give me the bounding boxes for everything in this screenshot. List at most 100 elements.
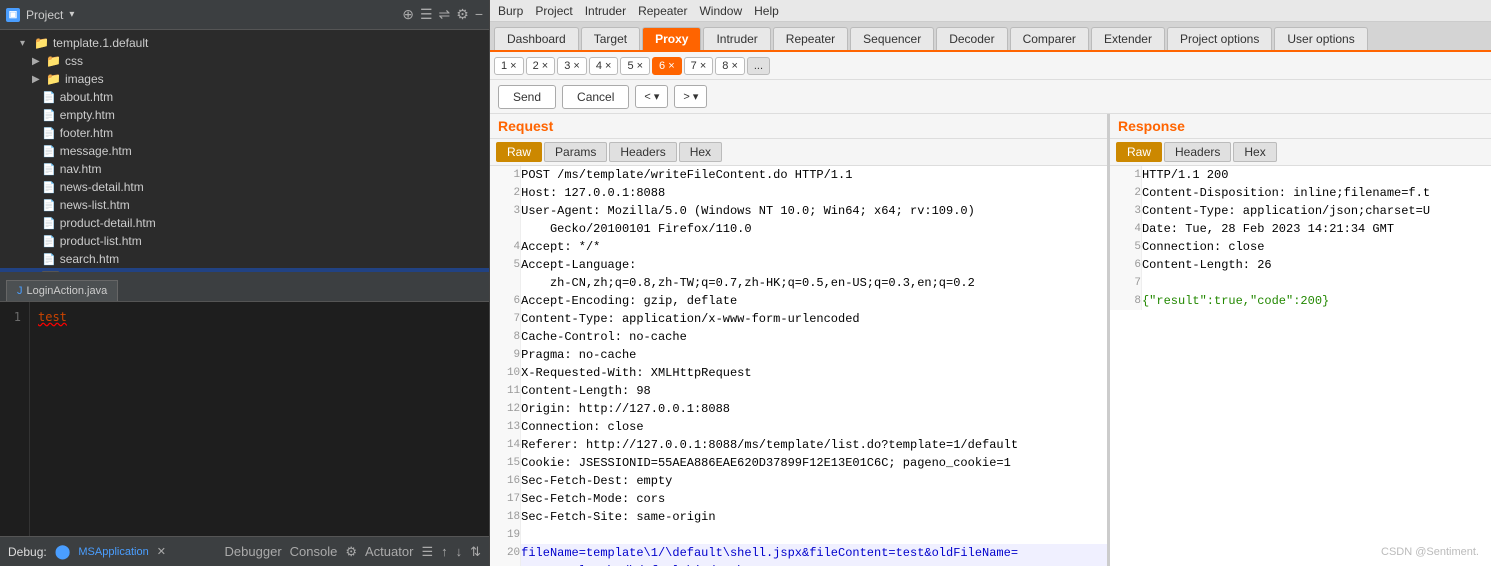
- req-tab-params[interactable]: Params: [544, 142, 607, 162]
- tree-item-search[interactable]: 📄 search.htm: [0, 250, 489, 268]
- num-tab-2[interactable]: 2 ×: [526, 57, 556, 75]
- num-tab-ellipsis[interactable]: ...: [747, 57, 770, 75]
- project-dropdown-arrow[interactable]: ▾: [69, 9, 74, 20]
- move-up-icon[interactable]: ↑: [441, 544, 448, 560]
- tree-item-css[interactable]: ▶ 📁 css: [0, 52, 489, 70]
- tree-item-template[interactable]: ▾ 📁 template.1.default: [0, 34, 489, 52]
- tab-target[interactable]: Target: [581, 27, 640, 50]
- tab-repeater[interactable]: Repeater: [773, 27, 848, 50]
- file-tree: ▾ 📁 template.1.default ▶ 📁 css ▶ 📁 image…: [0, 30, 489, 272]
- resp-tab-hex[interactable]: Hex: [1233, 142, 1276, 162]
- tree-item-news-list[interactable]: 📄 news-list.htm: [0, 196, 489, 214]
- editor-tab-loginaction[interactable]: J LoginAction.java: [6, 280, 118, 301]
- close-tab-icon[interactable]: ✕: [157, 545, 166, 558]
- tree-item-about[interactable]: 📄 about.htm: [0, 88, 489, 106]
- request-code-line: Content-Type: application/x-www-form-url…: [521, 310, 1107, 328]
- expand-icon[interactable]: ⇅: [470, 544, 481, 560]
- tree-item-news-detail[interactable]: 📄 news-detail.htm: [0, 178, 489, 196]
- htm-file-icon: 📄: [42, 253, 56, 266]
- menu-help[interactable]: Help: [754, 4, 779, 18]
- request-code-line: Referer: http://127.0.0.1:8088/ms/templa…: [521, 436, 1107, 454]
- menu-intruder[interactable]: Intruder: [585, 4, 626, 18]
- request-code-line: zh-CN,zh;q=0.8,zh-TW;q=0.7,zh-HK;q=0.5,e…: [521, 274, 1107, 292]
- nav-forward-button[interactable]: > ▾: [674, 85, 707, 108]
- move-down-icon[interactable]: ↓: [456, 544, 463, 560]
- tree-item-images[interactable]: ▶ 📁 images: [0, 70, 489, 88]
- request-line-num: 7: [490, 310, 521, 328]
- tab-decoder[interactable]: Decoder: [936, 27, 1007, 50]
- app-name[interactable]: MSApplication: [78, 546, 148, 558]
- request-line-num: 19: [490, 526, 521, 544]
- request-line-num: 6: [490, 292, 521, 310]
- send-button[interactable]: Send: [498, 85, 556, 109]
- request-line-num: 18: [490, 508, 521, 526]
- resp-tab-headers[interactable]: Headers: [1164, 142, 1231, 162]
- tree-item-nav[interactable]: 📄 nav.htm: [0, 160, 489, 178]
- num-tab-4[interactable]: 4 ×: [589, 57, 619, 75]
- tree-item-product-list[interactable]: 📄 product-list.htm: [0, 232, 489, 250]
- num-tab-1[interactable]: 1 ×: [494, 57, 524, 75]
- response-code-area[interactable]: 1HTTP/1.1 2002Content-Disposition: inlin…: [1110, 166, 1491, 566]
- request-code-line: Origin: http://127.0.0.1:8088: [521, 400, 1107, 418]
- req-tab-hex[interactable]: Hex: [679, 142, 722, 162]
- request-code-line: Sec-Fetch-Site: same-origin: [521, 508, 1107, 526]
- tab-comparer[interactable]: Comparer: [1010, 27, 1089, 50]
- req-tab-headers[interactable]: Headers: [609, 142, 676, 162]
- globe-icon[interactable]: ⊕: [402, 6, 414, 23]
- request-code-area[interactable]: 1POST /ms/template/writeFileContent.do H…: [490, 166, 1107, 566]
- panels-row: Request Raw Params Headers Hex 1POST /ms…: [490, 114, 1491, 566]
- toolbar-list-icon[interactable]: ☰: [421, 544, 433, 560]
- settings-icon[interactable]: ⚙: [456, 6, 469, 23]
- nav-back-button[interactable]: < ▾: [635, 85, 668, 108]
- request-code-line: Pragma: no-cache: [521, 346, 1107, 364]
- request-code-line: X-Requested-With: XMLHttpRequest: [521, 364, 1107, 382]
- menu-project[interactable]: Project: [535, 4, 572, 18]
- response-line-num: 1: [1110, 166, 1141, 184]
- menu-repeater[interactable]: Repeater: [638, 4, 687, 18]
- num-tab-8[interactable]: 8 ×: [715, 57, 745, 75]
- tree-item-footer[interactable]: 📄 footer.htm: [0, 124, 489, 142]
- debugger-tab-btn[interactable]: Debugger: [225, 544, 282, 560]
- response-line-num: 3: [1110, 202, 1141, 220]
- num-tab-7[interactable]: 7 ×: [684, 57, 714, 75]
- request-line-num: [490, 562, 521, 566]
- editor-content[interactable]: test: [30, 302, 489, 536]
- request-line-num: 4: [490, 238, 521, 256]
- menu-window[interactable]: Window: [699, 4, 742, 18]
- response-code-line: HTTP/1.1 200: [1141, 166, 1491, 184]
- tab-proxy[interactable]: Proxy: [642, 27, 701, 50]
- tab-intruder[interactable]: Intruder: [703, 27, 770, 50]
- tree-item-product-detail[interactable]: 📄 product-detail.htm: [0, 214, 489, 232]
- num-tab-5[interactable]: 5 ×: [620, 57, 650, 75]
- tab-extender[interactable]: Extender: [1091, 27, 1165, 50]
- htm-file-icon: 📄: [42, 235, 56, 248]
- editor-tab-bar: J LoginAction.java: [0, 272, 489, 302]
- tree-item-empty[interactable]: 📄 empty.htm: [0, 106, 489, 124]
- list-icon[interactable]: ☰: [420, 6, 433, 23]
- num-tab-3[interactable]: 3 ×: [557, 57, 587, 75]
- console-tab-btn[interactable]: Console: [290, 544, 338, 560]
- cancel-button[interactable]: Cancel: [562, 85, 629, 109]
- main-tab-bar: Dashboard Target Proxy Intruder Repeater…: [490, 22, 1491, 52]
- request-code-line: Sec-Fetch-Mode: cors: [521, 490, 1107, 508]
- request-line-num: 10: [490, 364, 521, 382]
- tab-user-options[interactable]: User options: [1274, 27, 1367, 50]
- minimize-icon[interactable]: −: [475, 6, 483, 23]
- tab-project-options[interactable]: Project options: [1167, 27, 1272, 50]
- request-panel: Request Raw Params Headers Hex 1POST /ms…: [490, 114, 1110, 566]
- request-code-line: Connection: close: [521, 418, 1107, 436]
- request-code-line: Sec-Fetch-Dest: empty: [521, 472, 1107, 490]
- request-line-num: 14: [490, 436, 521, 454]
- split-icon[interactable]: ⇌: [439, 6, 451, 23]
- tab-sequencer[interactable]: Sequencer: [850, 27, 934, 50]
- request-line-num: 9: [490, 346, 521, 364]
- num-tab-6[interactable]: 6 ×: [652, 57, 682, 75]
- resp-tab-raw[interactable]: Raw: [1116, 142, 1162, 162]
- req-tab-raw[interactable]: Raw: [496, 142, 542, 162]
- htm-file-icon: 📄: [42, 163, 56, 176]
- tab-dashboard[interactable]: Dashboard: [494, 27, 579, 50]
- response-line-num: 5: [1110, 238, 1141, 256]
- menu-burp[interactable]: Burp: [498, 4, 523, 18]
- tree-item-message[interactable]: 📄 message.htm: [0, 142, 489, 160]
- actuator-tab-btn[interactable]: Actuator: [365, 544, 413, 560]
